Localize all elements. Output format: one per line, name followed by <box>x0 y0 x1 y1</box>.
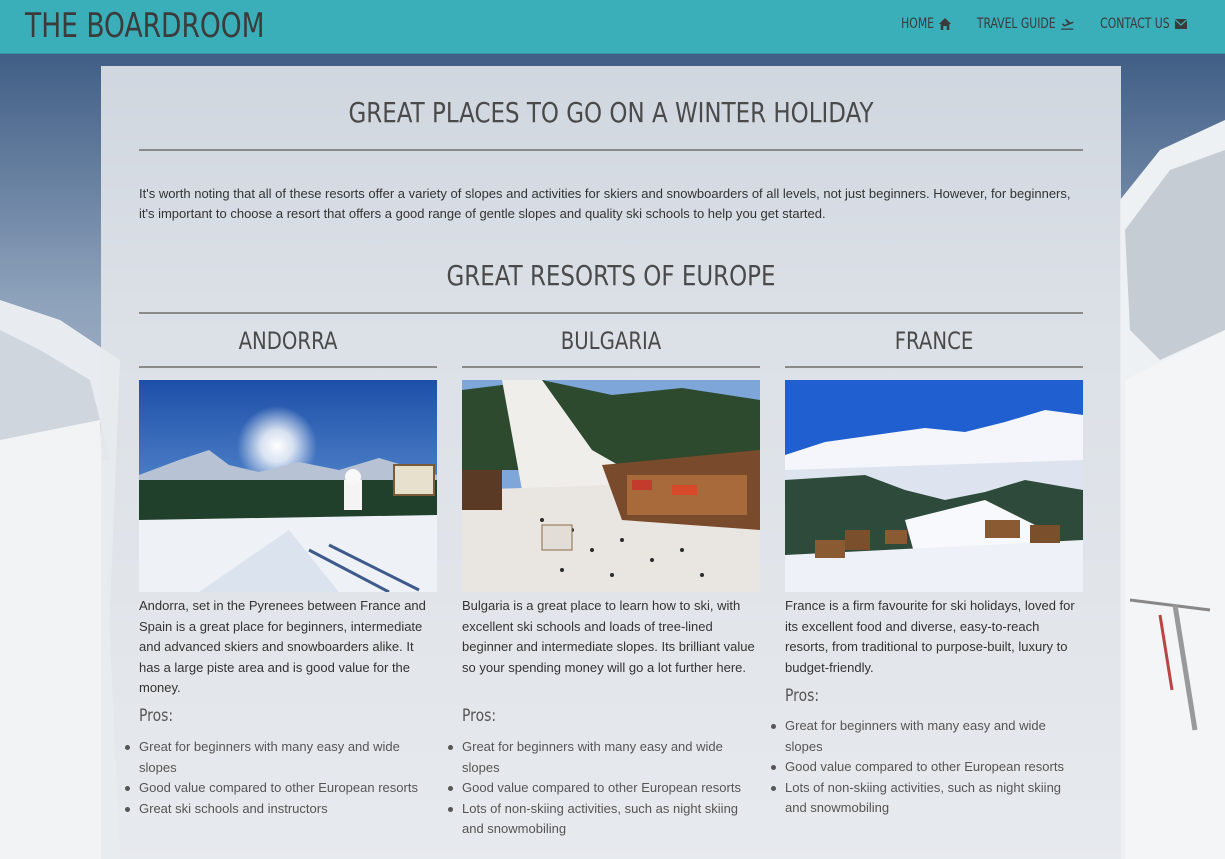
resort-card-andorra: ANDORRA Andorra, set in the Pyrenees bet… <box>125 324 437 816</box>
pros-list: Great for beginners with many easy and w… <box>771 716 1083 819</box>
content-panel: GREAT PLACES TO GO ON A WINTER HOLIDAY I… <box>101 66 1121 859</box>
bulgaria-photo <box>462 380 760 592</box>
section-divider <box>139 312 1083 314</box>
nav-home-link[interactable]: HOME <box>902 16 953 32</box>
pros-list: Great for beginners with many easy and w… <box>125 737 437 820</box>
resort-name: BULGARIA <box>560 327 662 355</box>
resort-card-bulgaria: BULGARIA Bulgaria is a great place to le… <box>448 324 760 836</box>
list-item: Lots of non-skiing activities, such as n… <box>771 778 1083 819</box>
france-photo <box>785 380 1083 592</box>
nav-contact-link[interactable]: CONTACT US <box>1100 16 1188 32</box>
pros-heading: Pros: <box>785 686 820 706</box>
list-item: Great for beginners with many easy and w… <box>125 737 437 778</box>
list-item: Great ski schools and instructors <box>125 799 437 820</box>
resort-divider <box>785 366 1083 368</box>
pros-list: Great for beginners with many easy and w… <box>448 737 760 840</box>
list-item: Great for beginners with many easy and w… <box>448 737 760 778</box>
brand-logo[interactable]: THE BOARDROOM <box>25 6 265 46</box>
resort-card-france: FRANCE France is a firm favourite for sk… <box>771 324 1083 815</box>
navbar: THE BOARDROOM HOME TRAVEL GUIDE CONTACT … <box>0 0 1225 54</box>
pros-heading: Pros: <box>139 706 174 726</box>
resort-name: ANDORRA <box>238 327 338 355</box>
resort-name: FRANCE <box>894 327 974 355</box>
list-item: Lots of non-skiing activities, such as n… <box>448 799 760 840</box>
nav-home-label: HOME <box>901 16 935 32</box>
nav-links: HOME TRAVEL GUIDE CONTACT US <box>897 16 1195 32</box>
nav-contact-label: CONTACT US <box>1100 16 1170 32</box>
list-item: Good value compared to other European re… <box>448 778 760 799</box>
resort-description: France is a firm favourite for ski holid… <box>785 598 1075 675</box>
resort-divider <box>462 366 760 368</box>
plane-icon <box>1060 19 1073 30</box>
intro-paragraph: It's worth noting that all of these reso… <box>139 186 1071 221</box>
list-item: Good value compared to other European re… <box>125 778 437 799</box>
page-title: GREAT PLACES TO GO ON A WINTER HOLIDAY <box>348 96 874 129</box>
title-divider <box>139 149 1083 151</box>
nav-travel-guide-label: TRAVEL GUIDE <box>976 16 1056 32</box>
section-title: GREAT RESORTS OF EUROPE <box>446 259 776 292</box>
list-item: Great for beginners with many easy and w… <box>771 716 1083 757</box>
list-item: Good value compared to other European re… <box>771 757 1083 778</box>
resort-description: Andorra, set in the Pyrenees between Fra… <box>139 598 426 695</box>
home-icon <box>939 18 952 30</box>
nav-travel-guide-link[interactable]: TRAVEL GUIDE <box>977 16 1074 32</box>
envelope-icon <box>1174 18 1188 29</box>
pros-heading: Pros: <box>462 706 497 726</box>
resort-description: Bulgaria is a great place to learn how t… <box>462 598 755 675</box>
andorra-photo <box>139 380 437 592</box>
resort-divider <box>139 366 437 368</box>
